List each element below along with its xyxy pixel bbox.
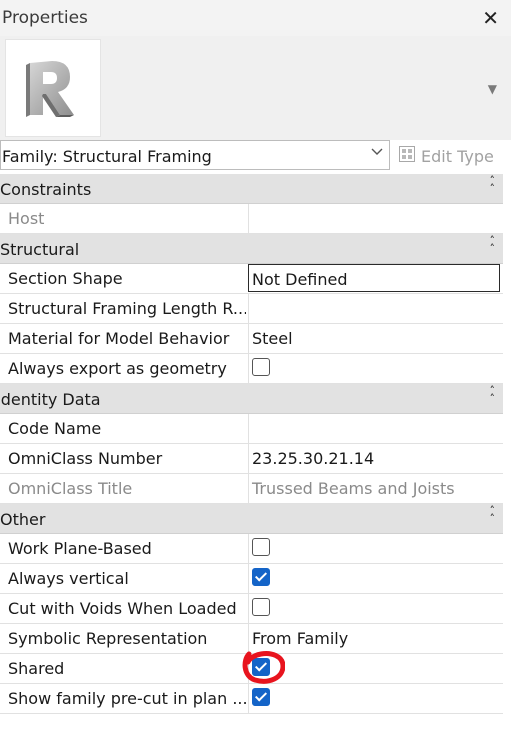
checkbox-checked[interactable] <box>252 568 270 586</box>
checkbox-checked[interactable] <box>252 658 270 676</box>
property-value-field[interactable] <box>248 414 503 443</box>
property-row: Shared <box>0 654 503 684</box>
property-value: From Family <box>252 629 349 648</box>
properties-titlebar: Properties ✕ <box>0 0 511 36</box>
collapse-icon[interactable]: ˄ ˄ <box>490 385 496 404</box>
category-other[interactable]: Other ˄ ˄ <box>0 504 503 534</box>
property-row: Always export as geometry <box>0 354 503 384</box>
property-name: Cut with Voids When Loaded <box>8 599 237 618</box>
property-row: Symbolic Representation From Family <box>0 624 503 654</box>
close-icon[interactable]: ✕ <box>482 6 499 30</box>
property-name: Symbolic Representation <box>8 629 208 648</box>
property-name: Section Shape <box>8 269 123 288</box>
category-structural[interactable]: Structural ˄ ˄ <box>0 234 503 264</box>
property-row: Work Plane-Based <box>0 534 503 564</box>
collapse-icon[interactable]: ˄ ˄ <box>490 505 496 524</box>
revit-logo-icon <box>5 39 101 137</box>
chevron-down-icon <box>371 145 383 161</box>
properties-grid: Constraints ˄ ˄ Host Structural ˄ ˄ Section Sha… <box>0 174 503 714</box>
property-value: Steel <box>252 329 293 348</box>
property-name: Always export as geometry <box>8 359 227 378</box>
property-row: Cut with Voids When Loaded <box>0 594 503 624</box>
property-value-cell <box>248 594 503 623</box>
property-row: Host <box>0 204 503 234</box>
edit-type-button[interactable]: Edit Type <box>398 143 494 169</box>
property-name: Shared <box>8 659 65 678</box>
edit-type-label: Edit Type <box>421 146 494 166</box>
property-name: Host <box>8 209 45 228</box>
chevron-down-icon[interactable]: ▼ <box>488 82 497 96</box>
property-value: Not Defined <box>252 270 348 289</box>
property-value-cell <box>248 534 503 563</box>
property-value-field[interactable]: 23.25.30.21.14 <box>248 444 503 473</box>
edit-type-icon <box>398 145 416 167</box>
property-value-cell <box>248 684 503 713</box>
checkbox-unchecked[interactable] <box>252 358 270 376</box>
checkbox-unchecked[interactable] <box>252 598 270 616</box>
property-row: Structural Framing Length R... <box>0 294 503 324</box>
property-value-field[interactable]: Not Defined <box>248 264 500 292</box>
revit-logo-graphic <box>26 61 74 117</box>
property-value-cell <box>248 354 503 383</box>
property-name: Work Plane-Based <box>8 539 152 558</box>
property-value-field <box>248 204 503 233</box>
type-selector[interactable]: ▼ <box>0 36 511 140</box>
property-row: Material for Model Behavior Steel <box>0 324 503 354</box>
property-value-cell <box>248 564 503 593</box>
property-name: Structural Framing Length R... <box>8 299 246 318</box>
property-name: OmniClass Title <box>8 479 133 498</box>
property-value-field[interactable]: Steel <box>248 324 503 353</box>
category-label: Other <box>0 510 46 529</box>
property-name: Show family pre-cut in plan ... <box>8 689 246 708</box>
collapse-icon[interactable]: ˄ ˄ <box>490 235 496 254</box>
property-name: OmniClass Number <box>8 449 163 468</box>
family-selector-row: Family: Structural Framing Edit Type <box>0 140 511 172</box>
property-value-field: Trussed Beams and Joists <box>248 474 503 503</box>
property-name: Code Name <box>8 419 102 438</box>
property-name: Material for Model Behavior <box>8 329 230 348</box>
panel-title: Properties <box>2 8 88 28</box>
category-constraints[interactable]: Constraints ˄ ˄ <box>0 174 503 204</box>
property-value: Trussed Beams and Joists <box>252 479 455 498</box>
property-value: 23.25.30.21.14 <box>252 449 375 468</box>
property-row: OmniClass Number 23.25.30.21.14 <box>0 444 503 474</box>
property-row: Code Name <box>0 414 503 444</box>
property-value-field[interactable] <box>248 294 503 323</box>
property-row: OmniClass Title Trussed Beams and Joists <box>0 474 503 504</box>
checkbox-checked[interactable] <box>252 688 270 706</box>
category-label: Identity Data <box>0 390 101 409</box>
checkbox-unchecked[interactable] <box>252 538 270 556</box>
property-value-field[interactable]: From Family <box>248 624 503 653</box>
category-label: Constraints <box>0 180 92 199</box>
property-value-cell <box>248 654 503 683</box>
category-identity-data[interactable]: Identity Data ˄ ˄ <box>0 384 503 414</box>
property-row: Show family pre-cut in plan ... <box>0 684 503 714</box>
family-value: Family: Structural Framing <box>2 147 212 166</box>
collapse-icon[interactable]: ˄ ˄ <box>490 175 496 194</box>
property-row: Always vertical <box>0 564 503 594</box>
family-dropdown[interactable]: Family: Structural Framing <box>0 140 390 170</box>
grid-scroll-track[interactable] <box>503 174 511 714</box>
category-label: Structural <box>0 240 80 259</box>
property-name: Always vertical <box>8 569 129 588</box>
property-row: Section Shape Not Defined <box>0 264 503 294</box>
